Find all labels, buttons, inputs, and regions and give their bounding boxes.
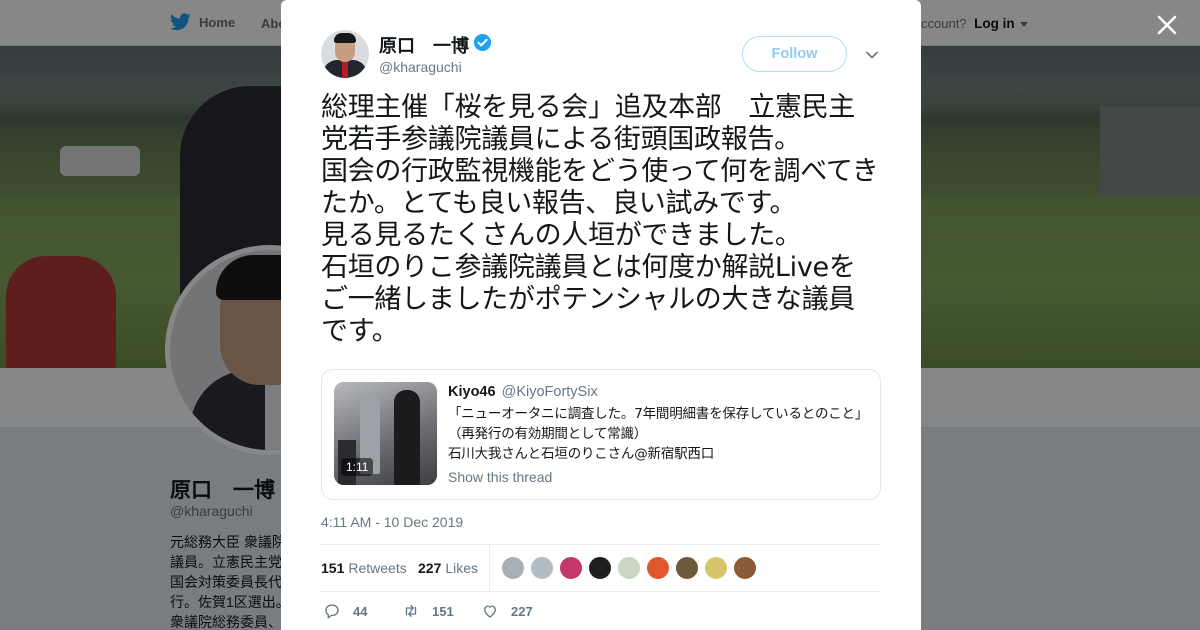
liker-avatar[interactable] (733, 556, 757, 580)
liker-avatar[interactable] (617, 556, 641, 580)
reply-count: 44 (353, 603, 368, 619)
quoted-video-thumbnail[interactable]: 1:11 (334, 382, 437, 485)
tweet-timestamp[interactable]: 4:11 AM - 10 Dec 2019 (321, 514, 463, 530)
follow-button[interactable]: Follow (742, 36, 847, 72)
quoted-tweet-card[interactable]: 1:11 Kiyo46 @KiyoFortySix 「ニューオータニに調査した。… (321, 369, 881, 500)
quoted-author-handle: @KiyoFortySix (501, 384, 598, 400)
tweet-modal: 原口 一博 @kharaguchi Follow 総理主催「桜を見る会」追及本部… (281, 0, 921, 630)
retweet-icon (402, 602, 420, 620)
retweets-count: 151 (321, 560, 345, 576)
likes-count: 227 (418, 560, 442, 576)
video-duration-badge: 1:11 (341, 458, 374, 476)
retweets-label: Retweets (348, 560, 407, 576)
author-avatar[interactable] (321, 30, 369, 78)
liker-avatar[interactable] (675, 556, 699, 580)
retweet-button[interactable]: 151 (402, 602, 454, 620)
author-name[interactable]: 原口 一博 (379, 32, 469, 58)
show-thread-link[interactable]: Show this thread (448, 469, 552, 485)
quoted-author: Kiyo46 @KiyoFortySix (448, 384, 598, 400)
liker-avatar[interactable] (501, 556, 525, 580)
reply-button[interactable]: 44 (323, 602, 367, 620)
retweets-stat[interactable]: 151 Retweets (321, 560, 407, 576)
quoted-tweet-text: 「ニューオータニに調査した。7年間明細書を保存しているとのこと」（再発行の有効期… (448, 406, 862, 462)
stats-divider (489, 545, 490, 591)
author-handle[interactable]: @kharaguchi (379, 59, 462, 75)
likers-avatars (501, 556, 757, 580)
heart-icon (481, 602, 499, 620)
reply-icon (323, 602, 341, 620)
liker-avatar[interactable] (704, 556, 728, 580)
liker-avatar[interactable] (559, 556, 583, 580)
retweet-count: 151 (432, 603, 454, 619)
like-count: 227 (511, 603, 533, 619)
tweet-text: 総理主催「桜を見る会」追及本部 立憲民主党若手参議院議員による街頭国政報告。 国… (321, 92, 879, 347)
author-avatar-hair (334, 33, 356, 43)
verified-badge-icon (473, 33, 492, 52)
likes-label: Likes (445, 560, 479, 576)
tweet-stats-bar: 151 Retweets 227 Likes (321, 544, 881, 592)
chevron-down-icon[interactable] (864, 47, 880, 63)
liker-avatar[interactable] (530, 556, 554, 580)
close-icon[interactable] (1152, 10, 1182, 40)
liker-avatar[interactable] (646, 556, 670, 580)
author-avatar-tie (342, 61, 348, 78)
like-button[interactable]: 227 (481, 602, 533, 620)
quoted-author-name: Kiyo46 (448, 384, 496, 400)
thumbnail-figure (394, 390, 420, 485)
tweet-actions: 44 151 227 (321, 602, 881, 626)
likes-stat[interactable]: 227 Likes (418, 560, 478, 576)
liker-avatar[interactable] (588, 556, 612, 580)
